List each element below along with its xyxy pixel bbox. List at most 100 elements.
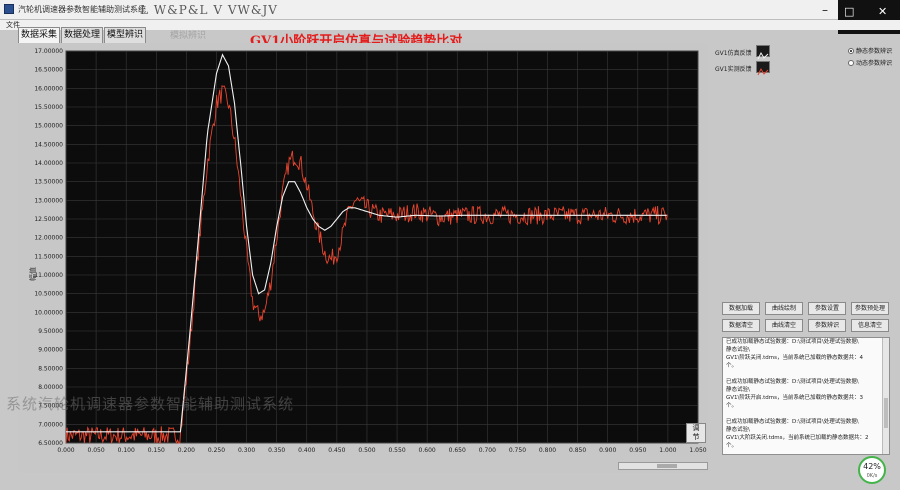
app-icon (4, 4, 14, 14)
param-identify-button[interactable]: 参数辨识 (808, 319, 846, 332)
x-tick-label: 0.400 (298, 447, 315, 454)
radio-dot (848, 48, 854, 54)
x-tick-label: 0.600 (419, 447, 436, 454)
tab-data-acquisition[interactable]: 数据采集 (18, 27, 60, 43)
log-lines: 已成功加载静态试验数据：D:\测试项目\处理试验数据\ 静态试验\ GV1\阶跃关闭… (723, 338, 889, 450)
y-tick-label: 13.50000 (34, 179, 63, 186)
log-line: 静态试验\ (726, 427, 750, 433)
log-line: 已成功加载静态试验数据：D:\测试项目\处理试验数据\ (726, 379, 859, 385)
x-tick-label: 0.200 (178, 447, 195, 454)
log-line: GV1\阶跃开启.tdms，当前系统已加载的静态数据共：3 (726, 395, 863, 401)
log-textbox[interactable]: 已成功加载静态试验数据：D:\测试项目\处理试验数据\ 静态试验\ GV1\阶跃关闭… (722, 337, 890, 455)
x-tick-label: 0.300 (238, 447, 255, 454)
x-tick-label: 0.000 (57, 447, 74, 454)
log-gap (723, 370, 889, 378)
y-tick-label: 13.00000 (34, 197, 63, 204)
y-tick-label: 14.50000 (34, 141, 63, 148)
y-tick-label: 17.00000 (34, 48, 63, 55)
x-tick-label: 1.000 (659, 447, 676, 454)
maximize-button[interactable]: □ (844, 5, 854, 18)
y-tick-label: 16.00000 (34, 85, 63, 92)
network-speed-widget[interactable]: 42% 0K/s (858, 456, 886, 484)
y-tick-label: 9.00000 (38, 347, 63, 354)
x-tick-label: 0.800 (539, 447, 556, 454)
log-line: 个。 (726, 363, 738, 369)
bottom-watermark: 系统汽轮机调速器参数智能辅助测试系统 (6, 395, 295, 413)
y-tick-label: 12.50000 (34, 216, 63, 223)
log-line: 静态试验\ (726, 347, 750, 353)
legend-item-simulation[interactable]: GV1仿真反馈 (715, 45, 775, 60)
x-tick-label: 0.750 (509, 447, 526, 454)
x-tick-label: 0.500 (358, 447, 375, 454)
log-line: 静态试验\ (726, 387, 750, 393)
y-tick-label: 12.00000 (34, 235, 63, 242)
y-tick-label: 14.00000 (34, 160, 63, 167)
log-line: 个。 (726, 443, 738, 449)
legend-label: GV1仿真反馈 (715, 50, 752, 57)
y-tick-label: 15.00000 (34, 123, 63, 130)
param-preprocess-button[interactable]: 参数预处理 (851, 302, 889, 315)
param-settings-button[interactable]: 参数设置 (808, 302, 846, 315)
tab-model-identification[interactable]: 模型辨识 (104, 27, 146, 43)
clear-data-button[interactable]: 数据清空 (722, 319, 760, 332)
faint-tab-label: 模拟辨识 (170, 31, 207, 41)
radio-dynamic-identification[interactable]: 动态参数辨识 (848, 58, 892, 70)
plot-curve-button[interactable]: 曲线绘制 (765, 302, 803, 315)
y-axis-label: 幅值 (29, 267, 37, 281)
legend-item-measured[interactable]: GV1实测反馈 (715, 61, 775, 76)
legend-label: GV1实测反馈 (715, 66, 752, 73)
radio-label: 动态参数辨识 (856, 60, 893, 67)
close-button[interactable]: ✕ (878, 5, 887, 18)
log-line: 个。 (726, 403, 738, 409)
chart-horizontal-scrollbar[interactable] (618, 462, 708, 470)
top-watermark: L W&P&L V VW&JV (140, 3, 278, 17)
y-tick-label: 16.50000 (34, 67, 63, 74)
radio-static-identification[interactable]: 静态参数辨识 (848, 46, 892, 58)
log-line: GV1\阶跃关闭.tdms，当前系统已加载的静态数据共：4 (726, 355, 863, 361)
y-tick-label: 6.50000 (38, 440, 63, 447)
log-line: GV1\大阶跃关闭.tdms，当前系统已加载的静态数据共：2 (726, 435, 869, 441)
x-tick-label: 0.650 (449, 447, 466, 454)
y-tick-label: 11.50000 (34, 253, 63, 260)
legend-swatch-white (756, 45, 770, 60)
scroll-thumb[interactable] (657, 464, 677, 468)
tab-data-processing[interactable]: 数据处理 (61, 27, 103, 43)
plot-area (65, 50, 699, 444)
y-tick-label: 11.00000 (34, 272, 63, 279)
y-tick-label: 8.00000 (38, 384, 63, 391)
x-tick-label: 0.250 (208, 447, 225, 454)
log-line: 已成功加载静态试验数据：D:\测试项目\处理试验数据\ (726, 419, 859, 425)
y-tick-label: 8.50000 (38, 365, 63, 372)
x-tick-label: 0.900 (599, 447, 616, 454)
load-data-button[interactable]: 数据加载 (722, 302, 760, 315)
app-window: 汽轮机调速器参数智能辅助测试系统 L W&P&L V VW&JV – □ ✕ 文… (0, 0, 900, 490)
clear-info-button[interactable]: 信息清空 (851, 319, 889, 332)
y-tick-label: 10.00000 (34, 309, 63, 316)
x-tick-label: 0.450 (328, 447, 345, 454)
progress-percent: 42% (863, 462, 881, 471)
y-tick-label: 7.00000 (38, 421, 63, 428)
scale-adjust-button[interactable]: 调节 (686, 423, 706, 443)
x-tick-label: 0.700 (479, 447, 496, 454)
x-tick-label: 0.100 (118, 447, 135, 454)
log-scroll-thumb[interactable] (884, 398, 888, 428)
minimize-button[interactable]: – (810, 0, 840, 20)
radio-label: 静态参数辨识 (856, 48, 893, 55)
progress-speed: 0K/s (866, 473, 878, 479)
radio-dot (848, 60, 854, 66)
x-tick-label: 0.950 (629, 447, 646, 454)
y-tick-label: 10.50000 (34, 291, 63, 298)
log-scrollbar[interactable] (882, 338, 889, 454)
y-tick-label: 15.50000 (34, 104, 63, 111)
log-gap (723, 410, 889, 418)
x-tick-label: 0.350 (268, 447, 285, 454)
legend-swatch-red (756, 61, 770, 76)
x-tick-label: 0.150 (148, 447, 165, 454)
clear-curve-button[interactable]: 曲线清空 (765, 319, 803, 332)
x-tick-label: 0.850 (569, 447, 586, 454)
x-tick-label: 0.550 (388, 447, 405, 454)
y-tick-label: 9.50000 (38, 328, 63, 335)
identification-mode: 静态参数辨识 动态参数辨识 (848, 46, 892, 70)
legend: GV1仿真反馈 GV1实测反馈 (715, 45, 775, 77)
window-title: 汽轮机调速器参数智能辅助测试系统 (18, 5, 146, 14)
